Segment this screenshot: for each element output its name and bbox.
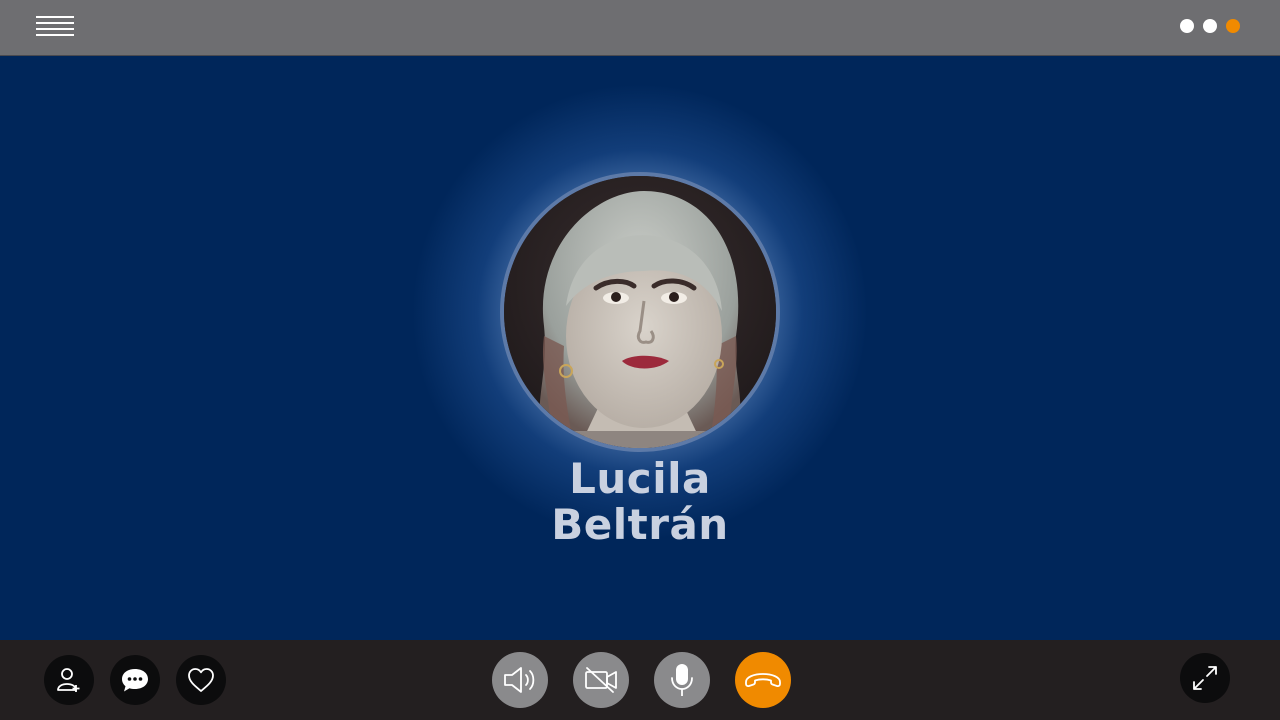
caller-avatar — [500, 172, 780, 452]
end-call-button[interactable] — [735, 652, 791, 708]
hamburger-menu-icon[interactable] — [34, 14, 76, 42]
fullscreen-button[interactable] — [1180, 653, 1230, 703]
expand-icon — [1193, 666, 1217, 690]
video-off-icon — [585, 667, 617, 693]
add-contact-button[interactable] — [44, 655, 94, 705]
chat-button[interactable] — [110, 655, 160, 705]
call-controls-bar — [0, 640, 1280, 720]
microphone-icon — [671, 664, 693, 696]
caller-name: Lucila Beltrán — [440, 456, 840, 548]
chat-bubble-icon — [122, 669, 148, 692]
page-dot-3-active[interactable] — [1226, 19, 1240, 33]
caller-last-name: Beltrán — [551, 500, 729, 549]
page-indicator — [1180, 19, 1240, 33]
hang-up-icon — [745, 673, 781, 688]
call-stage: Lucila Beltrán — [0, 56, 1280, 640]
video-toggle-button[interactable] — [573, 652, 629, 708]
heart-icon — [188, 668, 214, 692]
add-person-icon — [57, 668, 80, 692]
speaker-button[interactable] — [492, 652, 548, 708]
caller-portrait — [504, 176, 776, 448]
speaker-icon — [504, 667, 535, 693]
favorite-button[interactable] — [176, 655, 226, 705]
top-bar — [0, 0, 1280, 56]
microphone-button[interactable] — [654, 652, 710, 708]
page-dot-1[interactable] — [1180, 19, 1194, 33]
page-dot-2[interactable] — [1203, 19, 1217, 33]
caller-first-name: Lucila — [569, 454, 711, 503]
